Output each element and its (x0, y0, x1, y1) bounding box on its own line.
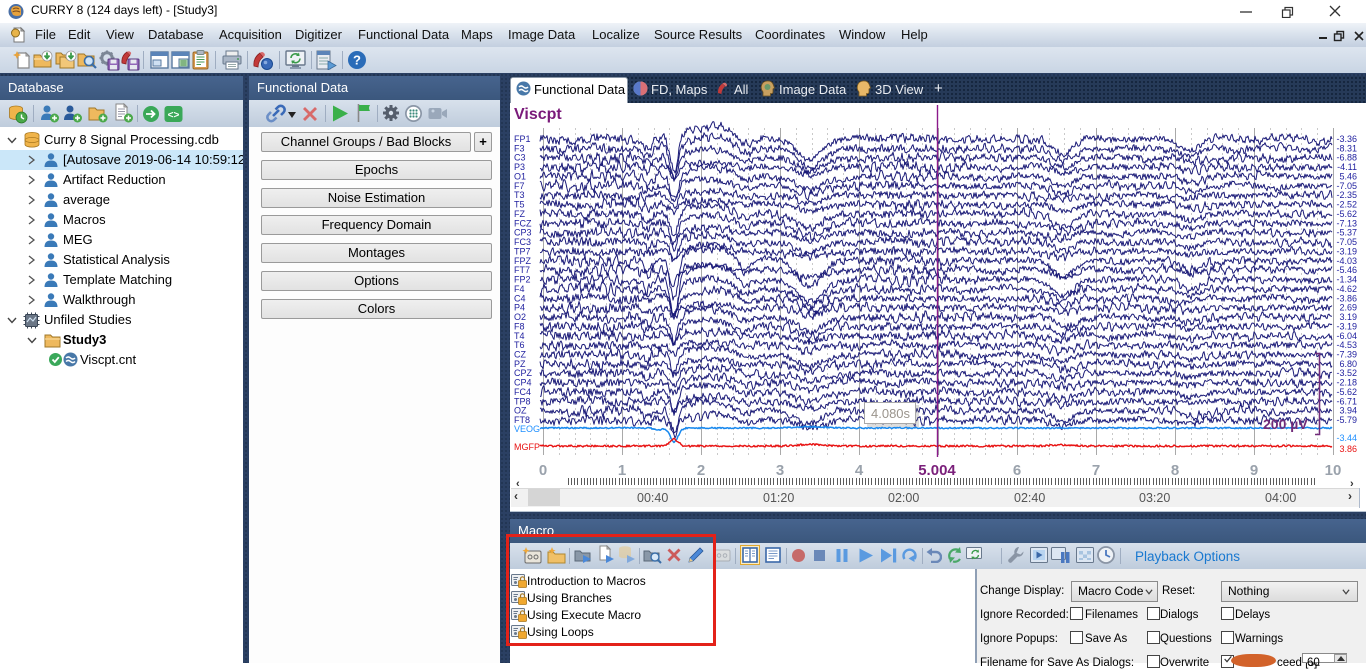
svg-text:VEOG: VEOG (514, 424, 540, 434)
svg-text:6: 6 (1013, 462, 1021, 479)
svg-text:9: 9 (1250, 462, 1258, 479)
svg-text:10: 10 (1325, 462, 1342, 479)
svg-text:4: 4 (855, 462, 864, 479)
svg-text:200 µV: 200 µV (1263, 416, 1308, 432)
svg-text:-3.44: -3.44 (1336, 433, 1357, 443)
svg-text:1: 1 (618, 462, 626, 479)
svg-text:?: ? (353, 53, 361, 68)
svg-text:8: 8 (1171, 462, 1179, 479)
svg-text:3: 3 (776, 462, 784, 479)
svg-text:5.004: 5.004 (918, 462, 956, 479)
svg-text:-5.79: -5.79 (1336, 415, 1357, 425)
svg-text:›: › (1350, 478, 1354, 488)
svg-text:0: 0 (539, 462, 547, 479)
svg-text:2: 2 (697, 462, 705, 479)
svg-text:MGFP: MGFP (514, 442, 540, 452)
svg-text:‹: ‹ (516, 478, 520, 488)
svg-text:4.080s: 4.080s (871, 406, 911, 421)
svg-text:3.86: 3.86 (1339, 444, 1357, 454)
svg-text:7: 7 (1092, 462, 1100, 479)
svg-text:<>: <> (168, 110, 180, 121)
